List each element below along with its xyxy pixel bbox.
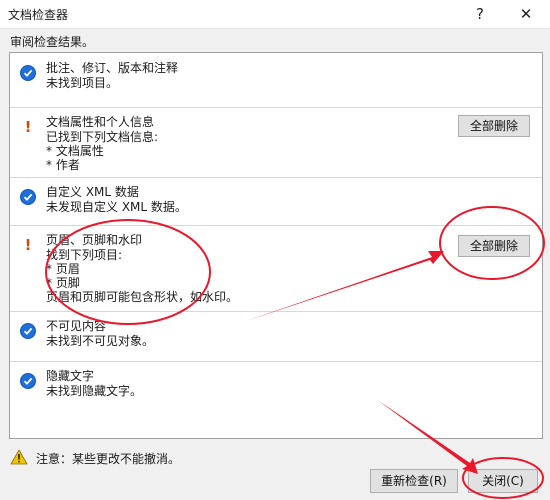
help-button[interactable]: ?	[458, 0, 502, 28]
section-title: 隐藏文字	[46, 369, 95, 383]
section-detail: 未找到不可见对象。	[46, 334, 155, 348]
section-comments: 批注、修订、版本和注释 未找到项目。	[10, 53, 542, 108]
section-detail: 未发现自定义 XML 数据。	[46, 200, 187, 214]
window-title: 文档检查器	[8, 8, 69, 22]
check-circle-icon	[20, 189, 36, 205]
undo-warning-note: 注意：某些更改不能撤消。	[36, 452, 181, 466]
check-circle-icon	[20, 65, 36, 81]
close-button[interactable]: 关闭(C)	[468, 469, 538, 493]
section-detail: 页眉和页脚可能包含形状，如水印。	[46, 290, 239, 304]
section-custom-xml: 自定义 XML 数据 未发现自定义 XML 数据。	[10, 177, 542, 226]
exclamation-icon: !	[24, 236, 32, 254]
section-detail: 已找到下列文档信息:	[46, 130, 159, 144]
section-detail: * 文档属性	[46, 144, 104, 158]
remove-all-headers-footers-button[interactable]: 全部删除	[458, 235, 530, 257]
section-title: 文档属性和个人信息	[46, 115, 155, 129]
window-close-button[interactable]: ✕	[504, 0, 548, 28]
section-detail: 未找到项目。	[46, 76, 119, 90]
section-title: 批注、修订、版本和注释	[46, 61, 179, 75]
section-headers-footers: ! 页眉、页脚和水印 找到下列项目: * 页眉 * 页脚 页眉和页脚可能包含形状…	[10, 225, 542, 312]
check-circle-icon	[20, 323, 36, 339]
results-panel: 批注、修订、版本和注释 未找到项目。 ! 文档属性和个人信息 已找到下列文档信息…	[9, 52, 543, 439]
section-detail: * 页眉	[46, 262, 80, 276]
exclamation-icon: !	[24, 118, 32, 136]
section-title: 页眉、页脚和水印	[46, 233, 143, 247]
reinspect-button[interactable]: 重新检查(R)	[370, 469, 458, 493]
section-invisible-content: 不可见内容 未找到不可见对象。	[10, 311, 542, 362]
review-subtitle: 审阅检查结果。	[10, 35, 95, 49]
title-bar: 文档检查器 ? ✕	[0, 0, 550, 29]
section-title: 不可见内容	[46, 319, 107, 333]
section-doc-properties: ! 文档属性和个人信息 已找到下列文档信息: * 文档属性 * 作者 全部删除	[10, 107, 542, 178]
check-circle-icon	[20, 373, 36, 389]
section-detail: 未找到隐藏文字。	[46, 384, 143, 398]
section-detail: * 作者	[46, 158, 80, 172]
section-detail: 找到下列项目:	[46, 248, 123, 262]
section-title: 自定义 XML 数据	[46, 185, 139, 199]
remove-all-doc-properties-button[interactable]: 全部删除	[458, 115, 530, 137]
section-hidden-text: 隐藏文字 未找到隐藏文字。	[10, 361, 542, 411]
warning-triangle-icon	[10, 449, 30, 467]
section-detail: * 页脚	[46, 276, 80, 290]
